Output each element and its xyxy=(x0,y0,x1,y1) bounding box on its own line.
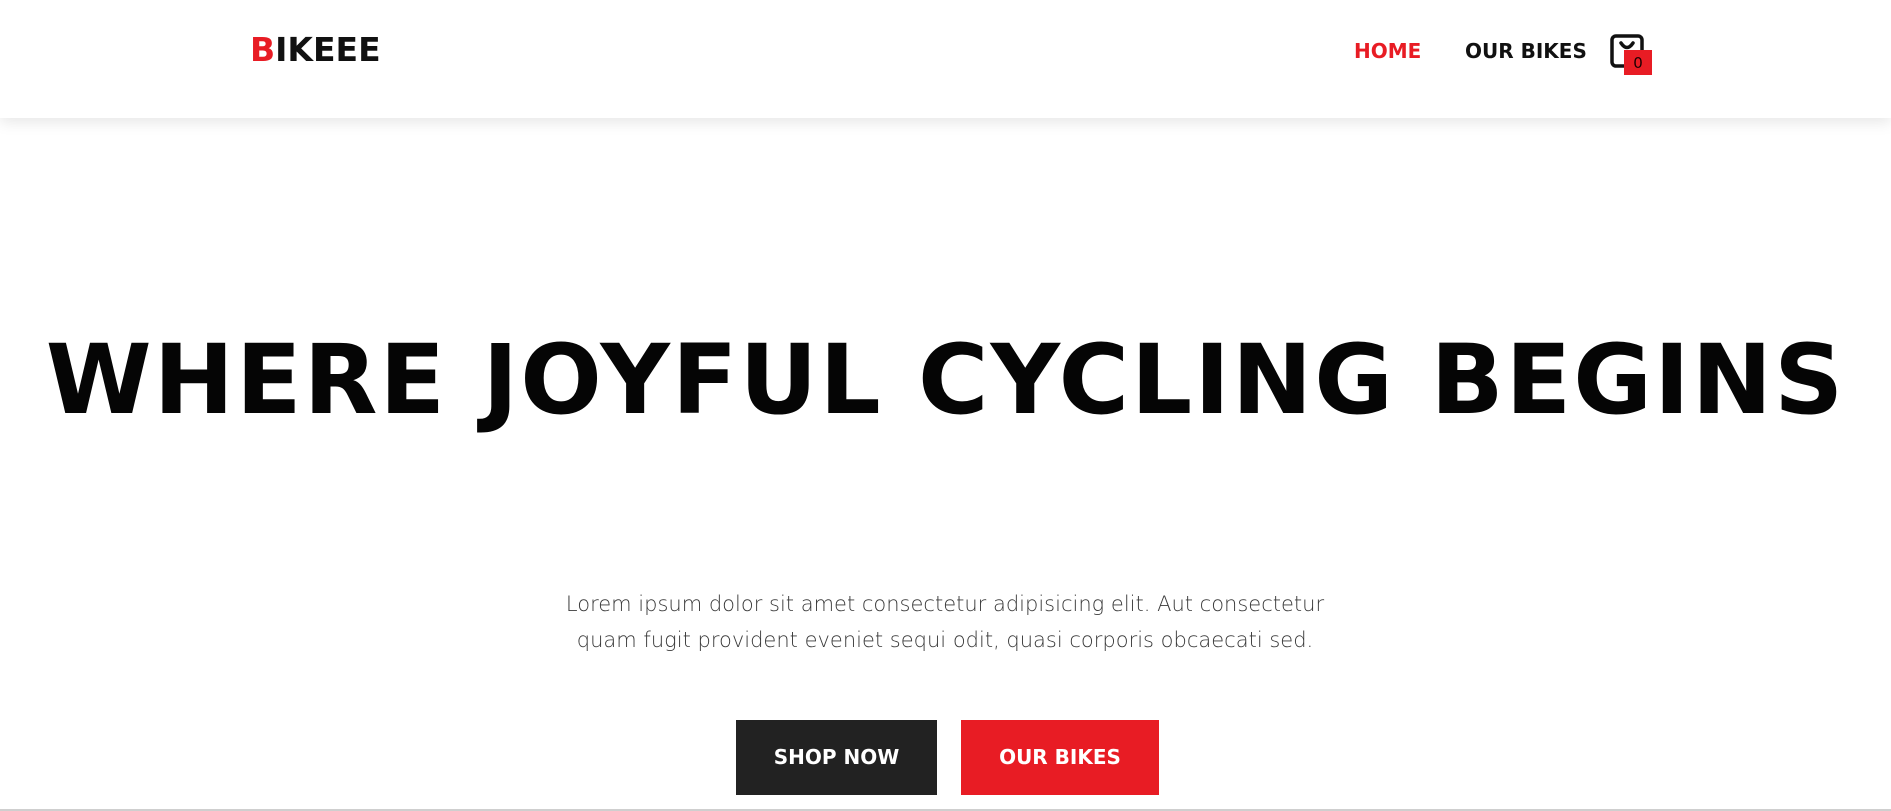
shop-now-button[interactable]: SHOP NOW xyxy=(736,720,937,795)
brand-logo[interactable]: BIKEEE xyxy=(250,30,381,70)
cart-count-badge: 0 xyxy=(1624,50,1652,75)
hero-description: Lorem ipsum dolor sit amet consectetur a… xyxy=(565,592,1325,652)
hero-title: WHERE JOYFUL CYCLING BEGINS xyxy=(45,324,1846,436)
brand-logo-text: IKEEE xyxy=(275,30,381,69)
our-bikes-button[interactable]: OUR BIKES xyxy=(961,720,1159,795)
nav-link-home[interactable]: HOME xyxy=(1354,38,1421,64)
nav-link-our-bikes[interactable]: OUR BIKES xyxy=(1465,38,1587,64)
brand-logo-accent-letter: B xyxy=(250,30,276,69)
navbar: BIKEEE HOME OUR BIKES 0 xyxy=(0,0,1891,118)
hero-section: WHERE JOYFUL CYCLING BEGINS Lorem ipsum … xyxy=(0,118,1891,811)
cart-button[interactable]: 0 xyxy=(1609,33,1653,79)
